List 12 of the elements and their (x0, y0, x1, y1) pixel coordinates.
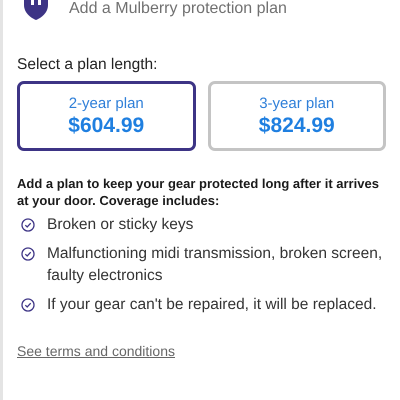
terms-link[interactable]: See terms and conditions (17, 343, 175, 359)
header-title: Add a Mulberry protection plan (69, 0, 287, 18)
plan-prompt: Select a plan length: (17, 56, 158, 74)
coverage-item: If your gear can't be repaired, it will be replaced. (47, 295, 376, 315)
coverage-item: Malfunctioning midi transmission, broken screen, faulty electronics (47, 244, 384, 286)
coverage-item: Broken or sticky keys (47, 215, 194, 235)
check-circle-icon (21, 218, 35, 232)
check-circle-icon (21, 247, 35, 261)
plan-option[interactable]: 3-year plan $824.99 (208, 81, 386, 151)
description: Add a plan to keep your gear protected long after it arrives at your door. Coverage includes: (17, 175, 380, 209)
check-circle-icon (21, 298, 35, 312)
plan-option[interactable]: 2-year plan $604.99 (17, 81, 196, 151)
